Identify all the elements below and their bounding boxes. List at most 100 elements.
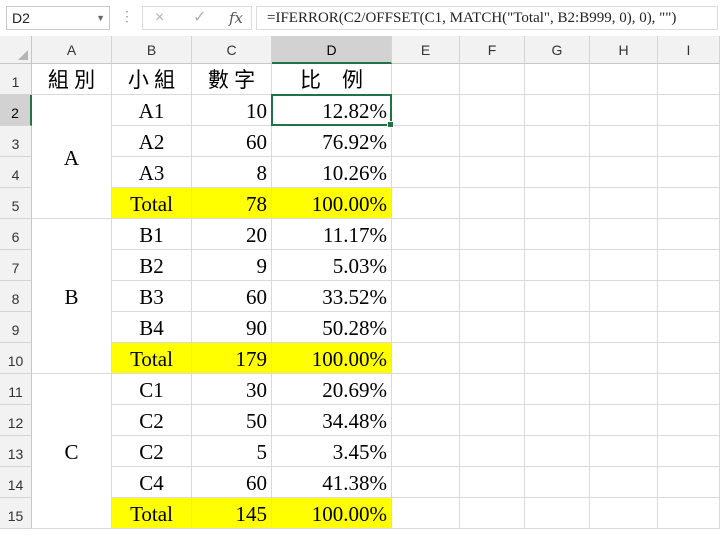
empty-cell[interactable] (658, 467, 720, 498)
subgroup-cell[interactable]: C2 (112, 405, 192, 436)
empty-cell[interactable] (525, 374, 590, 405)
empty-cell[interactable] (392, 157, 460, 188)
ratio-cell[interactable]: 41.38% (272, 467, 392, 498)
empty-cell[interactable] (525, 405, 590, 436)
total-number-cell[interactable]: 179 (192, 343, 272, 374)
ratio-cell[interactable]: 3.45% (272, 436, 392, 467)
chevron-down-icon[interactable]: ▼ (96, 7, 105, 29)
total-label-cell[interactable]: Total (112, 188, 192, 219)
empty-cell[interactable] (658, 312, 720, 343)
empty-cell[interactable] (392, 281, 460, 312)
empty-cell[interactable] (460, 436, 525, 467)
name-box[interactable]: D2 ▼ (6, 6, 110, 30)
group-label[interactable]: A (32, 95, 112, 219)
empty-cell[interactable] (460, 64, 525, 95)
insert-function-icon[interactable]: fx (229, 7, 243, 29)
number-cell[interactable]: 30 (192, 374, 272, 405)
column-header-c[interactable]: C (192, 36, 272, 64)
empty-cell[interactable] (392, 312, 460, 343)
empty-cell[interactable] (590, 343, 658, 374)
empty-cell[interactable] (392, 64, 460, 95)
subgroup-cell[interactable]: B3 (112, 281, 192, 312)
empty-cell[interactable] (590, 498, 658, 529)
empty-cell[interactable] (590, 95, 658, 126)
empty-cell[interactable] (525, 64, 590, 95)
ratio-cell[interactable]: 34.48% (272, 405, 392, 436)
empty-cell[interactable] (525, 188, 590, 219)
empty-cell[interactable] (590, 250, 658, 281)
number-cell[interactable]: 50 (192, 405, 272, 436)
empty-cell[interactable] (460, 374, 525, 405)
total-number-cell[interactable]: 78 (192, 188, 272, 219)
empty-cell[interactable] (658, 95, 720, 126)
empty-cell[interactable] (525, 250, 590, 281)
empty-cell[interactable] (392, 467, 460, 498)
empty-cell[interactable] (460, 126, 525, 157)
formula-input[interactable]: =IFERROR(C2/OFFSET(C1, MATCH("Total", B2… (256, 6, 718, 30)
empty-cell[interactable] (460, 250, 525, 281)
total-label-cell[interactable]: Total (112, 343, 192, 374)
number-cell[interactable]: 60 (192, 126, 272, 157)
column-header-e[interactable]: E (392, 36, 460, 64)
cancel-icon[interactable]: × (155, 7, 164, 29)
row-header-4[interactable]: 4 (0, 157, 32, 188)
total-ratio-cell[interactable]: 100.00% (272, 498, 392, 529)
empty-cell[interactable] (392, 374, 460, 405)
empty-cell[interactable] (460, 343, 525, 374)
empty-cell[interactable] (525, 95, 590, 126)
header-ratio[interactable]: 比 例 (272, 64, 392, 95)
number-cell[interactable]: 8 (192, 157, 272, 188)
empty-cell[interactable] (590, 281, 658, 312)
empty-cell[interactable] (590, 312, 658, 343)
empty-cell[interactable] (658, 157, 720, 188)
subgroup-cell[interactable]: B2 (112, 250, 192, 281)
subgroup-cell[interactable]: B4 (112, 312, 192, 343)
empty-cell[interactable] (658, 281, 720, 312)
row-header-15[interactable]: 15 (0, 498, 32, 529)
select-all-button[interactable] (0, 36, 32, 64)
ratio-cell[interactable]: 20.69% (272, 374, 392, 405)
ratio-cell[interactable]: 33.52% (272, 281, 392, 312)
empty-cell[interactable] (590, 405, 658, 436)
ratio-cell[interactable]: 76.92% (272, 126, 392, 157)
empty-cell[interactable] (392, 219, 460, 250)
number-cell[interactable]: 60 (192, 467, 272, 498)
empty-cell[interactable] (460, 467, 525, 498)
subgroup-cell[interactable]: C1 (112, 374, 192, 405)
empty-cell[interactable] (460, 281, 525, 312)
empty-cell[interactable] (590, 188, 658, 219)
empty-cell[interactable] (392, 343, 460, 374)
empty-cell[interactable] (658, 64, 720, 95)
column-header-h[interactable]: H (590, 36, 658, 64)
row-header-1[interactable]: 1 (0, 64, 32, 95)
empty-cell[interactable] (525, 467, 590, 498)
row-header-7[interactable]: 7 (0, 250, 32, 281)
empty-cell[interactable] (392, 405, 460, 436)
column-header-g[interactable]: G (525, 36, 590, 64)
ratio-cell[interactable]: 5.03% (272, 250, 392, 281)
enter-icon[interactable]: ✓ (193, 7, 206, 29)
row-header-5[interactable]: 5 (0, 188, 32, 219)
empty-cell[interactable] (460, 312, 525, 343)
column-header-a[interactable]: A (32, 36, 112, 64)
empty-cell[interactable] (590, 126, 658, 157)
empty-cell[interactable] (658, 405, 720, 436)
empty-cell[interactable] (460, 405, 525, 436)
empty-cell[interactable] (658, 498, 720, 529)
number-cell[interactable]: 20 (192, 219, 272, 250)
empty-cell[interactable] (460, 95, 525, 126)
header-group[interactable]: 組 別 (32, 64, 112, 95)
empty-cell[interactable] (460, 188, 525, 219)
row-header-2[interactable]: 2 (0, 95, 32, 126)
ratio-cell[interactable]: 11.17% (272, 219, 392, 250)
column-header-d[interactable]: D (272, 36, 392, 64)
empty-cell[interactable] (525, 312, 590, 343)
empty-cell[interactable] (658, 374, 720, 405)
header-subgroup[interactable]: 小 組 (112, 64, 192, 95)
empty-cell[interactable] (590, 467, 658, 498)
column-header-f[interactable]: F (460, 36, 525, 64)
row-header-11[interactable]: 11 (0, 374, 32, 405)
header-number[interactable]: 數 字 (192, 64, 272, 95)
empty-cell[interactable] (392, 498, 460, 529)
empty-cell[interactable] (525, 498, 590, 529)
